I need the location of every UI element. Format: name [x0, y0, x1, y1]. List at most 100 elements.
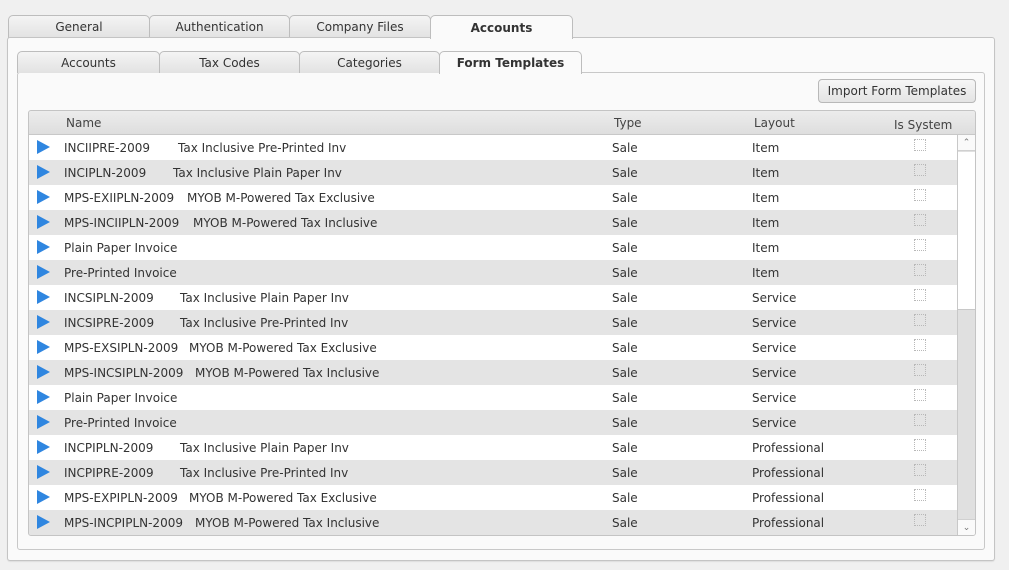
is-system-checkbox[interactable] — [914, 389, 926, 401]
template-layout: Professional — [752, 441, 825, 455]
tab-general[interactable]: General — [8, 15, 150, 38]
play-arrow-icon[interactable] — [37, 165, 50, 179]
table-row[interactable]: Pre-Printed Invoice Sale Item — [29, 260, 957, 285]
play-arrow-icon[interactable] — [37, 490, 50, 504]
template-code: INCSIPLN-2009 — [64, 291, 154, 305]
column-header-layout[interactable]: Layout — [754, 116, 795, 130]
play-arrow-icon[interactable] — [37, 140, 50, 154]
form-templates-table: Name Type Layout Is System INCIIPRE-2009… — [28, 110, 976, 536]
play-arrow-icon[interactable] — [37, 340, 50, 354]
inner-tab-bar: Accounts Tax Codes Categories Form Templ… — [17, 51, 582, 74]
template-description: MYOB M-Powered Tax Exclusive — [189, 491, 377, 505]
play-arrow-icon[interactable] — [37, 465, 50, 479]
table-row[interactable]: INCSIPLN-2009 Tax Inclusive Plain Paper I… — [29, 285, 957, 310]
template-layout: Professional — [752, 466, 825, 480]
is-system-checkbox[interactable] — [914, 314, 926, 326]
play-arrow-icon[interactable] — [37, 190, 50, 204]
template-description: Tax Inclusive Pre-Printed Inv — [180, 466, 349, 480]
template-code: MPS-EXSIPLN-2009 — [64, 341, 179, 355]
scroll-up-icon[interactable]: ⌃ — [958, 135, 975, 151]
play-arrow-icon[interactable] — [37, 365, 50, 379]
template-layout: Service — [752, 316, 797, 330]
is-system-checkbox[interactable] — [914, 164, 926, 176]
template-type: Sale — [612, 491, 638, 505]
table-row[interactable]: INCIPLN-2009 Tax Inclusive Plain Paper In… — [29, 160, 957, 185]
table-row[interactable]: INCPIPRE-2009 Tax Inclusive Pre-Printed I… — [29, 460, 957, 485]
tab-company-files[interactable]: Company Files — [289, 15, 431, 38]
table-row[interactable]: Pre-Printed Invoice Sale Service — [29, 410, 957, 435]
play-arrow-icon[interactable] — [37, 440, 50, 454]
template-description: Tax Inclusive Plain Paper Inv — [173, 166, 342, 180]
table-row[interactable]: INCIIPRE-2009 Tax Inclusive Pre-Printed I… — [29, 135, 957, 160]
column-header-name[interactable]: Name — [66, 116, 101, 130]
column-header-is-system[interactable]: Is System — [894, 118, 952, 132]
template-code: Pre-Printed Invoice — [64, 416, 177, 430]
play-arrow-icon[interactable] — [37, 265, 50, 279]
tab-accounts[interactable]: Accounts — [430, 15, 573, 39]
table-row[interactable]: INCPIPLN-2009 Tax Inclusive Plain Paper I… — [29, 435, 957, 460]
table-row[interactable]: MPS-EXSIPLN-2009 MYOB M-Powered Tax Exclu… — [29, 335, 957, 360]
is-system-checkbox[interactable] — [914, 139, 926, 151]
template-layout: Service — [752, 291, 797, 305]
play-arrow-icon[interactable] — [37, 315, 50, 329]
scroll-down-icon[interactable]: ⌄ — [958, 519, 975, 535]
template-code: MPS-INCPIPLN-2009 — [64, 516, 183, 530]
template-type: Sale — [612, 366, 638, 380]
scrollbar-thumb[interactable] — [958, 152, 975, 310]
column-header-type[interactable]: Type — [614, 116, 642, 130]
template-layout: Professional — [752, 491, 825, 505]
is-system-checkbox[interactable] — [914, 439, 926, 451]
template-type: Sale — [612, 166, 638, 180]
is-system-checkbox[interactable] — [914, 364, 926, 376]
table-row[interactable]: MPS-INCSIPLN-2009 MYOB M-Powered Tax Incl… — [29, 360, 957, 385]
template-layout: Service — [752, 366, 797, 380]
table-body: INCIIPRE-2009 Tax Inclusive Pre-Printed I… — [29, 135, 957, 535]
template-code: INCIPLN-2009 — [64, 166, 147, 180]
template-type: Sale — [612, 391, 638, 405]
play-arrow-icon[interactable] — [37, 240, 50, 254]
template-description: Tax Inclusive Plain Paper Inv — [180, 291, 349, 305]
template-code: Plain Paper Invoice — [64, 241, 178, 255]
template-layout: Service — [752, 391, 797, 405]
play-arrow-icon[interactable] — [37, 415, 50, 429]
table-header: Name Type Layout Is System — [29, 111, 975, 135]
table-row[interactable]: INCSIPRE-2009 Tax Inclusive Pre-Printed I… — [29, 310, 957, 335]
table-row[interactable]: MPS-INCIIPLN-2009 MYOB M-Powered Tax Incl… — [29, 210, 957, 235]
is-system-checkbox[interactable] — [914, 289, 926, 301]
vertical-scrollbar[interactable]: ⌃ ⌄ — [957, 135, 975, 535]
template-type: Sale — [612, 466, 638, 480]
is-system-checkbox[interactable] — [914, 489, 926, 501]
play-arrow-icon[interactable] — [37, 515, 50, 529]
is-system-checkbox[interactable] — [914, 514, 926, 526]
template-type: Sale — [612, 216, 638, 230]
template-type: Sale — [612, 141, 638, 155]
is-system-checkbox[interactable] — [914, 189, 926, 201]
table-row[interactable]: MPS-EXIIPLN-2009 MYOB M-Powered Tax Exclu… — [29, 185, 957, 210]
play-arrow-icon[interactable] — [37, 390, 50, 404]
template-description: MYOB M-Powered Tax Inclusive — [195, 516, 380, 530]
tab-authentication[interactable]: Authentication — [149, 15, 290, 38]
is-system-checkbox[interactable] — [914, 239, 926, 251]
is-system-checkbox[interactable] — [914, 264, 926, 276]
subtab-categories[interactable]: Categories — [299, 51, 440, 73]
play-arrow-icon[interactable] — [37, 215, 50, 229]
play-arrow-icon[interactable] — [37, 290, 50, 304]
import-form-templates-button[interactable]: Import Form Templates — [818, 79, 976, 103]
table-row[interactable]: Plain Paper Invoice Sale Item — [29, 235, 957, 260]
template-type: Sale — [612, 341, 638, 355]
template-description: MYOB M-Powered Tax Inclusive — [195, 366, 380, 380]
template-code: Pre-Printed Invoice — [64, 266, 177, 280]
template-description: Tax Inclusive Plain Paper Inv — [180, 441, 349, 455]
subtab-tax-codes[interactable]: Tax Codes — [159, 51, 300, 73]
is-system-checkbox[interactable] — [914, 414, 926, 426]
subtab-form-templates[interactable]: Form Templates — [439, 51, 582, 74]
is-system-checkbox[interactable] — [914, 214, 926, 226]
table-row[interactable]: Plain Paper Invoice Sale Service — [29, 385, 957, 410]
table-row[interactable]: MPS-INCPIPLN-2009 MYOB M-Powered Tax Incl… — [29, 510, 957, 535]
table-row[interactable]: MPS-EXPIPLN-2009 MYOB M-Powered Tax Exclu… — [29, 485, 957, 510]
is-system-checkbox[interactable] — [914, 339, 926, 351]
is-system-checkbox[interactable] — [914, 464, 926, 476]
template-layout: Item — [752, 141, 780, 155]
template-type: Sale — [612, 241, 638, 255]
subtab-accounts[interactable]: Accounts — [17, 51, 160, 73]
